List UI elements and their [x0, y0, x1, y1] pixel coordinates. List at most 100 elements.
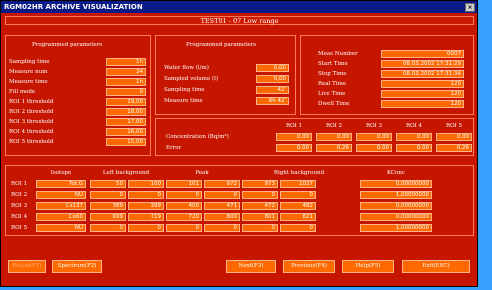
param-label: ROI 4 threshold: [9, 129, 54, 135]
window-title: RGM02HR ARCHIVE VISUALIZATION: [4, 3, 143, 11]
error-value: 0,26: [316, 144, 352, 152]
roi-column-header: ROI 3: [365, 123, 383, 129]
peak-start-cell: 0: [166, 191, 202, 199]
left-start-cell: 0: [90, 191, 126, 199]
right-start-cell: 472: [242, 202, 278, 210]
param-value: 0,00: [256, 64, 289, 72]
left-end-cell: 399: [128, 202, 164, 210]
meas-label: Meas Number: [318, 51, 358, 57]
peak-header: Peak: [195, 170, 209, 176]
param-label: Sampling time: [164, 87, 205, 93]
roi-row-label: ROI 1: [11, 181, 28, 187]
right-start-cell: 0: [242, 224, 278, 232]
concentration-value: 0,00: [356, 133, 392, 141]
roi-column-header: ROI 4: [405, 123, 423, 129]
kconc-cell: 0,00000000: [360, 180, 432, 188]
param-label: Sampled volume (l): [164, 76, 219, 82]
param-label: ROI 5 threshold: [9, 139, 54, 145]
left-end-cell: 0: [128, 191, 164, 199]
param-value: 17,00: [106, 118, 146, 126]
roi-row-label: ROI 5: [11, 225, 28, 231]
concentration-value: 0,00: [316, 133, 352, 141]
left-background-header: Left background: [102, 170, 150, 176]
isotope-cell: NU: [36, 224, 86, 232]
param-value: 6h 42': [256, 97, 289, 105]
roi-column-header: ROI 1: [285, 123, 303, 129]
meas-value: 08.03.2002 17:31:29: [381, 60, 464, 68]
error-value: 0,00: [276, 144, 312, 152]
concentration-value: 0,00: [436, 133, 472, 141]
roi-column-header: ROI 2: [325, 123, 343, 129]
roi-row-label: ROI 2: [11, 192, 28, 198]
panel-title: Programmed parameters: [32, 42, 103, 48]
right-start-cell: 973: [242, 180, 278, 188]
param-value: 0: [106, 88, 146, 96]
exit-button[interactable]: Exit(ESC): [402, 260, 470, 273]
left-start-cell: 389: [90, 202, 126, 210]
sampling-parameters-panel: Programmed parameters Water flow (l/m) 0…: [155, 35, 296, 115]
pclist-button[interactable]: PcList(F1): [8, 260, 46, 273]
peak-end-cell: 0: [204, 191, 240, 199]
left-start-cell: 699: [90, 213, 126, 221]
isotope-cell: Co60: [36, 213, 86, 221]
param-label: ROI 2 threshold: [9, 109, 54, 115]
param-value: 0,00: [256, 75, 289, 83]
right-background-header: Right background: [273, 170, 325, 176]
close-button[interactable]: ×: [465, 3, 475, 12]
concentration-label: Concentration (Bq/m³): [166, 134, 229, 140]
param-value: 1h: [106, 58, 146, 66]
peak-end-cell: 972: [204, 180, 240, 188]
right-end-cell: 1027: [280, 180, 316, 188]
main-window: RGM02HR ARCHIVE VISUALIZATION × TEST01 -…: [0, 0, 478, 287]
param-label: Measure time: [9, 79, 48, 85]
param-label: Measure time: [164, 98, 203, 104]
right-end-cell: 482: [280, 202, 316, 210]
previous-button[interactable]: Previous(F4): [283, 260, 335, 273]
kconc-cell: 0,00000000: [360, 213, 432, 221]
isotope-cell: NU: [36, 191, 86, 199]
left-start-cell: 50: [90, 180, 126, 188]
programmed-parameters-panel: Programmed parameters Sampling time 1h M…: [5, 35, 151, 156]
param-value: 24: [106, 68, 146, 76]
record-header: TEST01 - 07 Low range: [5, 16, 474, 25]
concentration-panel: ROI 1 ROI 2 ROI 3 ROI 4 ROI 5 Concentrat…: [155, 118, 474, 156]
peak-start-cell: 400: [166, 202, 202, 210]
error-label: Error: [166, 145, 182, 151]
meas-value: 0007: [381, 50, 464, 58]
meas-value: 08.03.2002 17:31:34: [381, 70, 464, 78]
right-start-cell: 0: [242, 191, 278, 199]
panel-title: Programmed parameters: [186, 42, 257, 48]
roi-row-label: ROI 3: [11, 203, 28, 209]
isotope-header: Isotope: [50, 170, 72, 176]
meas-label: Dwell Time: [318, 101, 350, 107]
param-value: 42': [256, 86, 289, 94]
meas-label: Stop Time: [318, 71, 347, 77]
param-value: 1h: [106, 78, 146, 86]
left-start-cell: 0: [90, 224, 126, 232]
next-button[interactable]: Next(F3): [226, 260, 276, 273]
right-start-cell: 801: [242, 213, 278, 221]
peak-start-cell: 101: [166, 180, 202, 188]
title-bar: RGM02HR ARCHIVE VISUALIZATION ×: [1, 1, 477, 13]
meas-label: Start Time: [318, 61, 348, 67]
param-value: 19,00: [106, 98, 146, 106]
spectrum-button[interactable]: Spectrum(F2): [52, 260, 102, 273]
isotope-cell: Tot.G: [36, 180, 86, 188]
param-label: Fill mode: [9, 89, 36, 95]
meas-value: 120: [381, 90, 464, 98]
peak-start-cell: 0: [166, 224, 202, 232]
peak-end-cell: 800: [204, 213, 240, 221]
roi-table-panel: Isotope Left background Peak Right backg…: [5, 165, 474, 236]
right-end-cell: 0: [280, 224, 316, 232]
right-end-cell: 0: [280, 191, 316, 199]
param-label: ROI 1 threshold: [9, 99, 54, 105]
meas-value: 120: [381, 80, 464, 88]
peak-end-cell: 0: [204, 224, 240, 232]
isotope-cell: Cs137: [36, 202, 86, 210]
peak-start-cell: 720: [166, 213, 202, 221]
error-value: 0,00: [356, 144, 392, 152]
error-value: 0,00: [396, 144, 432, 152]
error-value: 0,26: [436, 144, 472, 152]
help-button[interactable]: Help(F5): [342, 260, 394, 273]
param-value: 16,00: [106, 128, 146, 136]
